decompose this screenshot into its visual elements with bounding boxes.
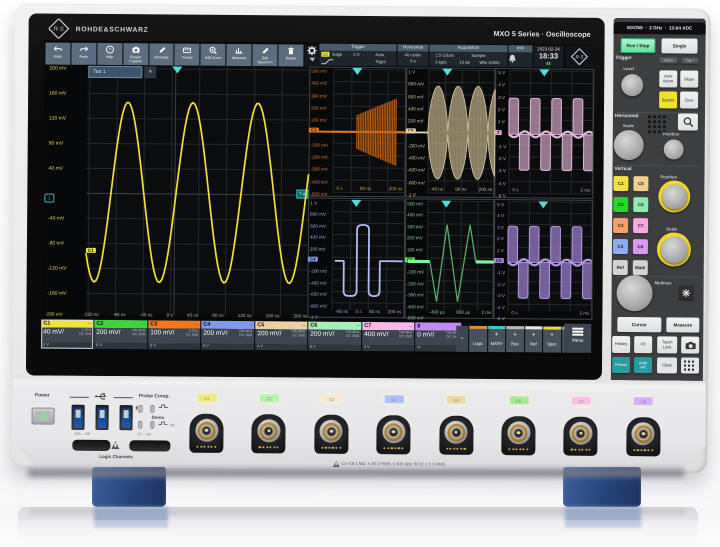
svg-text:R·S: R·S bbox=[53, 27, 63, 33]
svg-text:ROHDE&SCHWARZ: ROHDE&SCHWARZ bbox=[76, 26, 149, 34]
svg-text:Demo: Demo bbox=[152, 415, 165, 420]
svg-text:P1: P1 bbox=[171, 424, 175, 428]
